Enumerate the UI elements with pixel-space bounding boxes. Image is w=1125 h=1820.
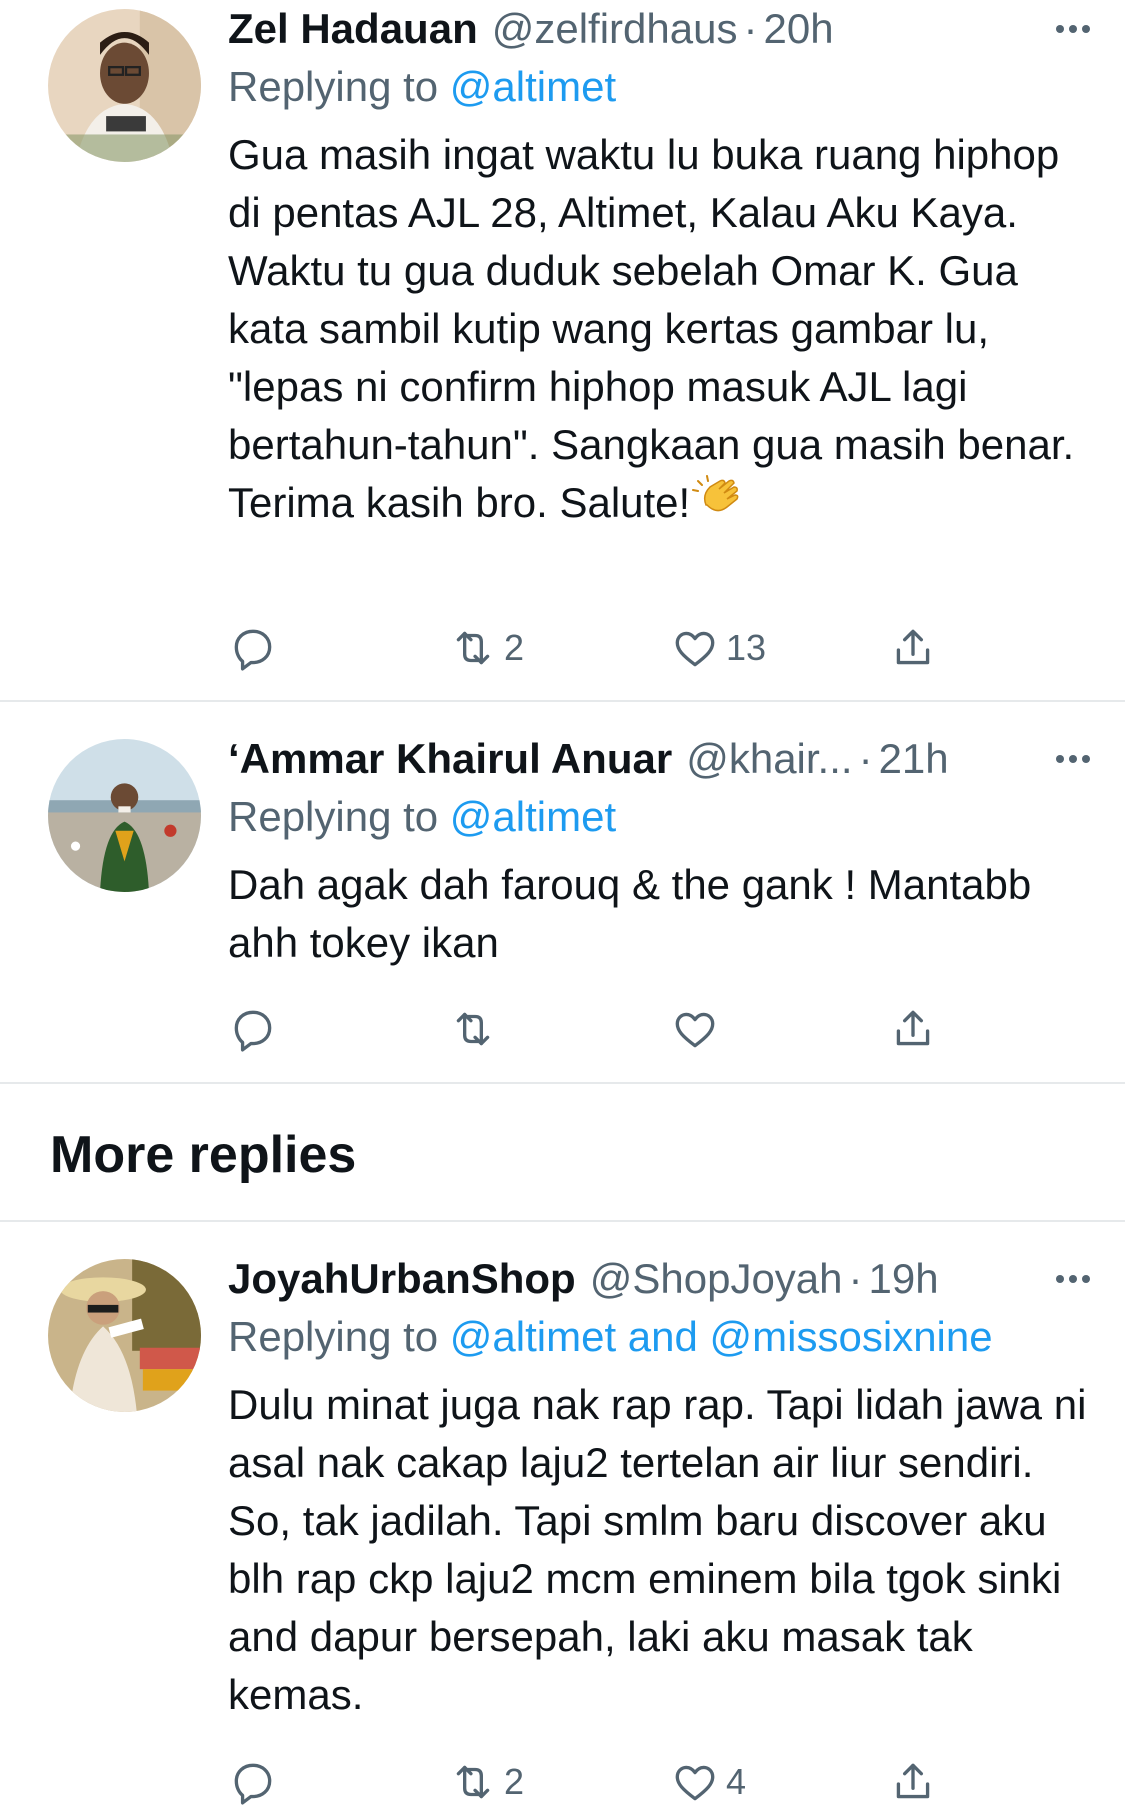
tweet-header: Zel Hadauan @zelfirdhaus · 20h [228,0,1105,58]
retweet-icon [456,631,490,665]
tweet-header: ‘Ammar Khairul Anuar @khair... · 21h [228,730,1105,788]
tweet-text-content: Gua masih ingat waktu lu buka ruang hiph… [228,131,1075,526]
reply-icon [234,629,272,671]
share-button[interactable] [888,999,938,1059]
user-handle[interactable]: @zelfirdhaus [492,0,738,58]
tweet-text-content: Dulu minat juga nak rap rap. Tapi lidah … [228,1381,1087,1718]
section-title: More replies [50,1126,357,1184]
user-handle[interactable]: @khair... [686,730,852,788]
separator-dot: · [858,735,873,782]
like-button[interactable]: 4 [670,1752,746,1812]
mention-link[interactable]: @altimet [450,793,616,840]
timestamp[interactable]: 21h [879,730,949,788]
avatar[interactable] [48,9,201,162]
retweet-button[interactable]: 2 [448,1752,524,1812]
avatar[interactable] [48,1259,201,1412]
reply-button[interactable] [228,618,278,678]
like-button[interactable] [670,999,726,1059]
tweet-actions: 2 4 [228,1752,968,1812]
avatar-image [48,1259,201,1412]
retweet-count: 2 [504,1761,525,1802]
like-count: 4 [726,1761,747,1802]
avatar-image [48,9,201,162]
share-icon [896,1763,930,1799]
separator-dot: · [848,1255,863,1302]
heart-icon [675,1765,715,1801]
divider [0,1220,1125,1222]
timestamp[interactable]: 20h [763,0,833,58]
retweet-button[interactable] [448,999,504,1059]
reply-button[interactable] [228,999,278,1059]
replying-prefix: Replying to [228,1313,450,1360]
share-button[interactable] [888,1752,938,1812]
tweet-actions [228,999,968,1059]
retweet-button[interactable]: 2 [448,618,524,678]
tweet-text: Gua masih ingat waktu lu buka ruang hiph… [228,126,1088,542]
mention-link[interactable]: @altimet [450,63,616,110]
replying-prefix: Replying to [228,793,450,840]
replying-prefix: Replying to [228,63,450,110]
replying-to: Replying to @altimet [228,58,1105,116]
separator-dot: · [743,5,758,52]
divider [0,700,1125,702]
clapping-hands-icon [692,475,744,542]
more-options-icon[interactable] [1043,0,1103,58]
more-options-icon[interactable] [1043,1250,1103,1308]
tweet-actions: 2 13 [228,618,968,678]
retweet-count: 2 [504,627,525,668]
avatar-image [48,739,201,892]
avatar[interactable] [48,739,201,892]
mention-link[interactable]: @altimet and @missosixnine [450,1313,993,1360]
replying-to: Replying to @altimet and @missosixnine [228,1308,1105,1366]
display-name[interactable]: JoyahUrbanShop [228,1250,576,1308]
tweet-text-content: Dah agak dah farouq & the gank ! Mantabb… [228,861,1032,966]
more-options-icon[interactable] [1043,730,1103,788]
reply-icon [234,1763,272,1805]
tweet-header: JoyahUrbanShop @ShopJoyah · 19h [228,1250,1105,1308]
heart-icon [675,1012,715,1048]
heart-icon [675,631,715,667]
timestamp[interactable]: 19h [869,1250,939,1308]
replying-to: Replying to @altimet [228,788,1105,846]
display-name[interactable]: ‘Ammar Khairul Anuar [228,730,672,788]
like-button[interactable]: 13 [670,618,766,678]
divider [0,1082,1125,1084]
display-name[interactable]: Zel Hadauan [228,0,478,58]
retweet-icon [456,1012,490,1046]
user-handle[interactable]: @ShopJoyah [590,1250,843,1308]
reply-button[interactable] [228,1752,278,1812]
retweet-icon [456,1765,490,1799]
tweet-text: Dulu minat juga nak rap rap. Tapi lidah … [228,1376,1088,1724]
tweet-text: Dah agak dah farouq & the gank ! Mantabb… [228,856,1088,972]
share-icon [896,629,930,665]
like-count: 13 [726,627,767,668]
reply-icon [234,1010,272,1052]
share-icon [896,1010,930,1046]
share-button[interactable] [888,618,938,678]
